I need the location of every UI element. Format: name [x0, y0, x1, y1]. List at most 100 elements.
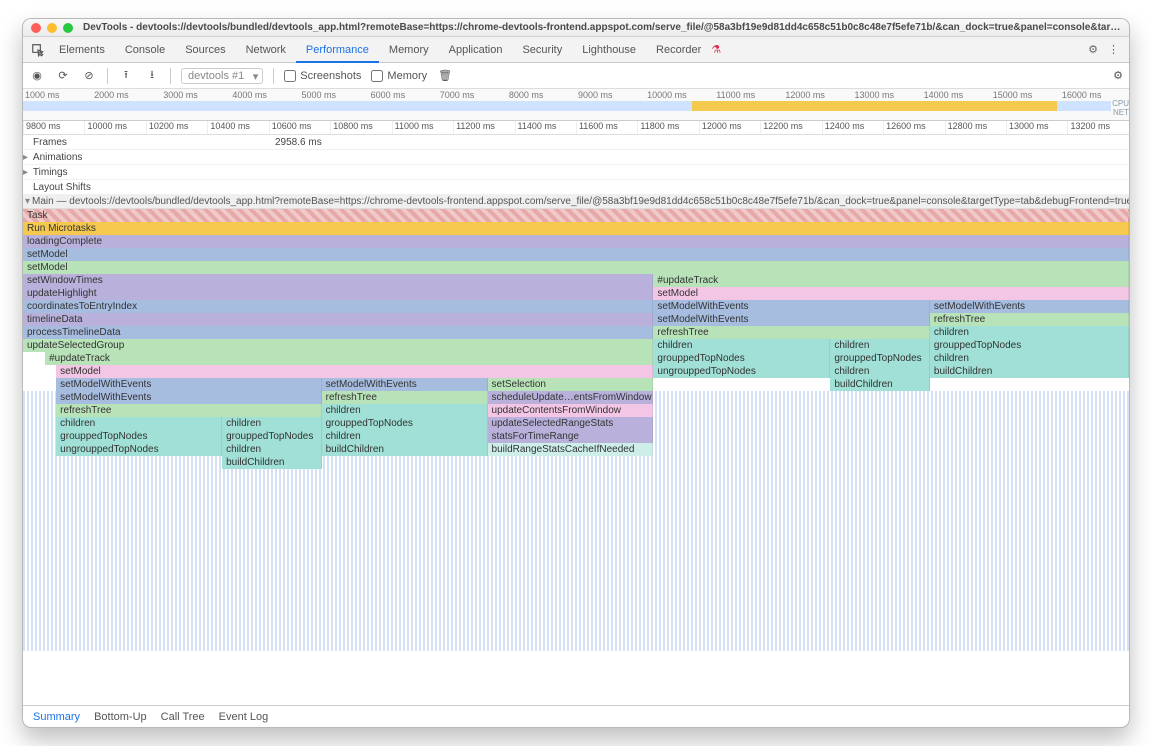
- tab-performance[interactable]: Performance: [296, 37, 379, 63]
- tracks-area: Frames 2958.6 ms ▸Animations ▸Timings La…: [23, 135, 1129, 705]
- flame-entry[interactable]: setModelWithEvents: [322, 378, 488, 391]
- flame-entry[interactable]: updateSelectedRangeStats: [488, 417, 654, 430]
- flame-entry[interactable]: grouppedTopNodes: [222, 430, 322, 443]
- flame-entry[interactable]: refreshTree: [653, 326, 930, 339]
- flame-entry[interactable]: children: [222, 417, 322, 430]
- tab-console[interactable]: Console: [115, 37, 175, 63]
- flame-entry[interactable]: refreshTree: [56, 404, 321, 417]
- clear-icon[interactable]: ⊘: [81, 69, 97, 82]
- flame-entry[interactable]: grouppedTopNodes: [930, 339, 1129, 352]
- flame-entry[interactable]: loadingComplete: [23, 235, 1129, 248]
- chevron-down-icon[interactable]: ▾: [25, 196, 30, 207]
- flame-entry[interactable]: updateSelectedGroup: [23, 339, 653, 352]
- flame-entry[interactable]: children: [930, 352, 1129, 365]
- animations-track[interactable]: ▸Animations: [23, 150, 1129, 165]
- chevron-right-icon[interactable]: ▸: [23, 167, 33, 178]
- record-icon[interactable]: ◉: [29, 69, 45, 82]
- flame-entry[interactable]: grouppedTopNodes: [322, 417, 488, 430]
- context-select[interactable]: devtools #1: [181, 68, 263, 84]
- flame-entry[interactable]: ungrouppedTopNodes: [56, 443, 222, 456]
- flame-entry[interactable]: processTimelineData: [23, 326, 653, 339]
- flame-entry[interactable]: #updateTrack: [45, 352, 653, 365]
- tab-security[interactable]: Security: [512, 37, 572, 63]
- flame-entry[interactable]: Run Microtasks: [23, 222, 1129, 235]
- flame-entry[interactable]: buildChildren: [322, 443, 488, 456]
- flame-entry[interactable]: children: [322, 430, 488, 443]
- flame-entry[interactable]: setModel: [653, 287, 1129, 300]
- tab-recorder[interactable]: Recorder: [646, 37, 711, 63]
- flame-entry[interactable]: grouppedTopNodes: [56, 430, 222, 443]
- flame-entry[interactable]: coordinatesToEntryIndex: [23, 300, 653, 313]
- tab-lighthouse[interactable]: Lighthouse: [572, 37, 646, 63]
- flame-entry[interactable]: refreshTree: [930, 313, 1129, 326]
- download-icon[interactable]: ⭳: [144, 66, 160, 85]
- details-tab-bottom-up[interactable]: Bottom-Up: [94, 711, 147, 723]
- zoom-icon[interactable]: [63, 23, 73, 33]
- tab-sources[interactable]: Sources: [175, 37, 235, 63]
- panel-tabbar: ElementsConsoleSourcesNetworkPerformance…: [23, 37, 1129, 63]
- flame-entry[interactable]: children: [222, 443, 322, 456]
- flame-entry[interactable]: children: [830, 365, 930, 378]
- flame-entry[interactable]: children: [930, 326, 1129, 339]
- flame-entry[interactable]: #updateTrack: [653, 274, 1129, 287]
- minimize-icon[interactable]: [47, 23, 57, 33]
- chevron-right-icon[interactable]: ▸: [23, 152, 33, 163]
- flame-entry[interactable]: timelineData: [23, 313, 653, 326]
- flame-entry[interactable]: setModel: [23, 248, 1129, 261]
- flame-entry[interactable]: setModelWithEvents: [653, 313, 930, 326]
- timings-track[interactable]: ▸Timings: [23, 165, 1129, 180]
- layout-shifts-track[interactable]: Layout Shifts: [23, 180, 1129, 195]
- tab-memory[interactable]: Memory: [379, 37, 439, 63]
- flame-chart[interactable]: TaskRun MicrotasksloadingCompletesetMode…: [23, 209, 1129, 705]
- frames-track[interactable]: Frames 2958.6 ms: [23, 135, 1129, 150]
- main-thread-header[interactable]: ▾Main — devtools://devtools/bundled/devt…: [23, 195, 1129, 209]
- flame-entry[interactable]: setModel: [56, 365, 653, 378]
- flame-entry[interactable]: updateContentsFromWindow: [488, 404, 654, 417]
- flame-entry[interactable]: refreshTree: [322, 391, 488, 404]
- flame-entry[interactable]: children: [653, 339, 830, 352]
- flame-entry[interactable]: setSelection: [488, 378, 654, 391]
- flame-entry[interactable]: buildChildren: [930, 365, 1129, 378]
- flame-entry[interactable]: grouppedTopNodes: [830, 352, 930, 365]
- perf-toolbar: ◉ ⟳ ⊘ ⭱ ⭳ devtools #1 Screenshots Memory…: [23, 63, 1129, 89]
- tab-application[interactable]: Application: [439, 37, 513, 63]
- flame-entry[interactable]: setModelWithEvents: [56, 378, 321, 391]
- flame-entry[interactable]: buildChildren: [222, 456, 322, 469]
- frames-value: 2958.6 ms: [275, 137, 583, 148]
- overview-minimap[interactable]: 1000 ms2000 ms3000 ms4000 ms5000 ms6000 …: [23, 89, 1129, 121]
- more-icon[interactable]: ⋮: [1108, 43, 1119, 56]
- flame-entry[interactable]: setModelWithEvents: [56, 391, 321, 404]
- reload-icon[interactable]: ⟳: [55, 69, 71, 82]
- flame-entry[interactable]: setModelWithEvents: [930, 300, 1129, 313]
- trash-icon[interactable]: 🗑: [437, 69, 453, 82]
- flame-entry[interactable]: children: [56, 417, 222, 430]
- screenshots-checkbox[interactable]: Screenshots: [284, 70, 361, 82]
- tab-network[interactable]: Network: [236, 37, 296, 63]
- timeline-ruler[interactable]: 9800 ms10000 ms10200 ms10400 ms10600 ms1…: [23, 121, 1129, 135]
- flame-entry[interactable]: Task: [23, 209, 1129, 222]
- flame-entry[interactable]: grouppedTopNodes: [653, 352, 830, 365]
- close-icon[interactable]: [31, 23, 41, 33]
- flame-entry[interactable]: buildChildren: [830, 378, 930, 391]
- flame-entry[interactable]: children: [322, 404, 488, 417]
- overview-selection[interactable]: [692, 101, 1057, 111]
- flame-entry[interactable]: children: [830, 339, 930, 352]
- flame-entry[interactable]: setWindowTimes: [23, 274, 653, 287]
- titlebar: DevTools - devtools://devtools/bundled/d…: [23, 19, 1129, 37]
- flame-entry[interactable]: setModelWithEvents: [653, 300, 930, 313]
- flame-entry[interactable]: scheduleUpdate…entsFromWindow: [488, 391, 654, 404]
- details-tab-call-tree[interactable]: Call Tree: [161, 711, 205, 723]
- details-tab-event-log[interactable]: Event Log: [219, 711, 269, 723]
- flame-entry[interactable]: buildRangeStatsCacheIfNeeded: [488, 443, 654, 456]
- flame-entry[interactable]: statsForTimeRange: [488, 430, 654, 443]
- flame-entry[interactable]: ungrouppedTopNodes: [653, 365, 830, 378]
- perf-settings-icon[interactable]: ⚙: [1113, 70, 1123, 82]
- tab-elements[interactable]: Elements: [49, 37, 115, 63]
- inspect-element-icon[interactable]: [27, 43, 49, 57]
- settings-icon[interactable]: ⚙: [1088, 43, 1098, 56]
- flame-entry[interactable]: setModel: [23, 261, 1129, 274]
- details-tab-summary[interactable]: Summary: [33, 711, 80, 723]
- memory-checkbox[interactable]: Memory: [371, 70, 427, 82]
- upload-icon[interactable]: ⭱: [118, 66, 134, 85]
- flame-entry[interactable]: updateHighlight: [23, 287, 653, 300]
